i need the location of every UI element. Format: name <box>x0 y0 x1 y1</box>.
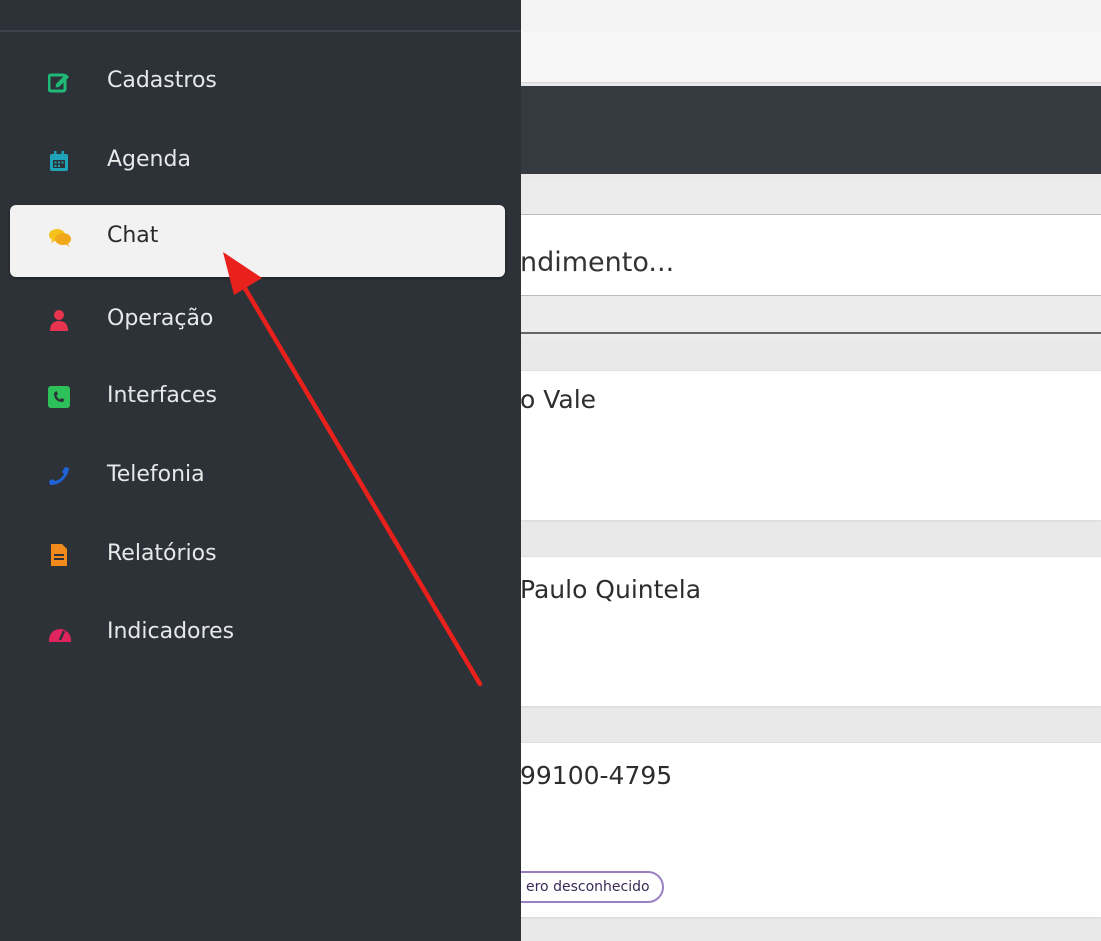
sidebar-item-interfaces[interactable]: Interfaces <box>10 361 505 433</box>
contact-card[interactable]: 99100-4795 ero desconhecido <box>500 742 1101 917</box>
sidebar-item-label: Indicadores <box>107 619 235 644</box>
sidebar-item-chat[interactable]: Chat <box>10 205 505 277</box>
sidebar-item-label: Agenda <box>107 147 191 172</box>
status-badge: ero desconhecido <box>500 871 664 903</box>
sidebar-item-label: Interfaces <box>107 383 217 408</box>
sidebar-item-label: Relatórios <box>107 541 217 566</box>
sidebar-item-label: Chat <box>107 223 159 248</box>
top-input-field[interactable] <box>520 32 1101 83</box>
sidebar-item-label: Cadastros <box>107 68 217 93</box>
user-icon <box>48 309 70 331</box>
contact-name: Paulo Quintela <box>520 575 702 604</box>
sidebar: Cadastros Agenda Chat Operação Interface… <box>0 0 521 941</box>
calendar-icon <box>48 150 70 172</box>
sidebar-item-operacao[interactable]: Operação <box>10 284 505 356</box>
contact-card[interactable]: o Vale <box>520 370 1101 520</box>
edit-icon <box>48 71 70 93</box>
chat-icon <box>48 226 71 248</box>
sidebar-item-cadastros[interactable]: Cadastros <box>10 46 505 118</box>
search-underline <box>520 332 1101 334</box>
contact-phone: 99100-4795 <box>520 761 673 790</box>
phone-square-icon <box>48 386 70 408</box>
sidebar-item-indicadores[interactable]: Indicadores <box>10 597 505 669</box>
search-input[interactable]: ndimento... <box>520 214 1101 296</box>
sidebar-item-label: Operação <box>107 306 214 331</box>
phone-icon <box>48 465 70 487</box>
divider <box>0 30 521 32</box>
sidebar-item-telefonia[interactable]: Telefonia <box>10 440 505 512</box>
content-header-bar <box>520 86 1101 174</box>
sidebar-item-agenda[interactable]: Agenda <box>10 125 505 197</box>
contact-card[interactable]: Paulo Quintela <box>520 556 1101 706</box>
dashboard-icon <box>48 622 71 644</box>
contact-name: o Vale <box>520 385 597 414</box>
sidebar-item-relatorios[interactable]: Relatórios <box>10 519 505 591</box>
sidebar-item-label: Telefonia <box>107 462 205 487</box>
file-icon <box>48 544 70 566</box>
